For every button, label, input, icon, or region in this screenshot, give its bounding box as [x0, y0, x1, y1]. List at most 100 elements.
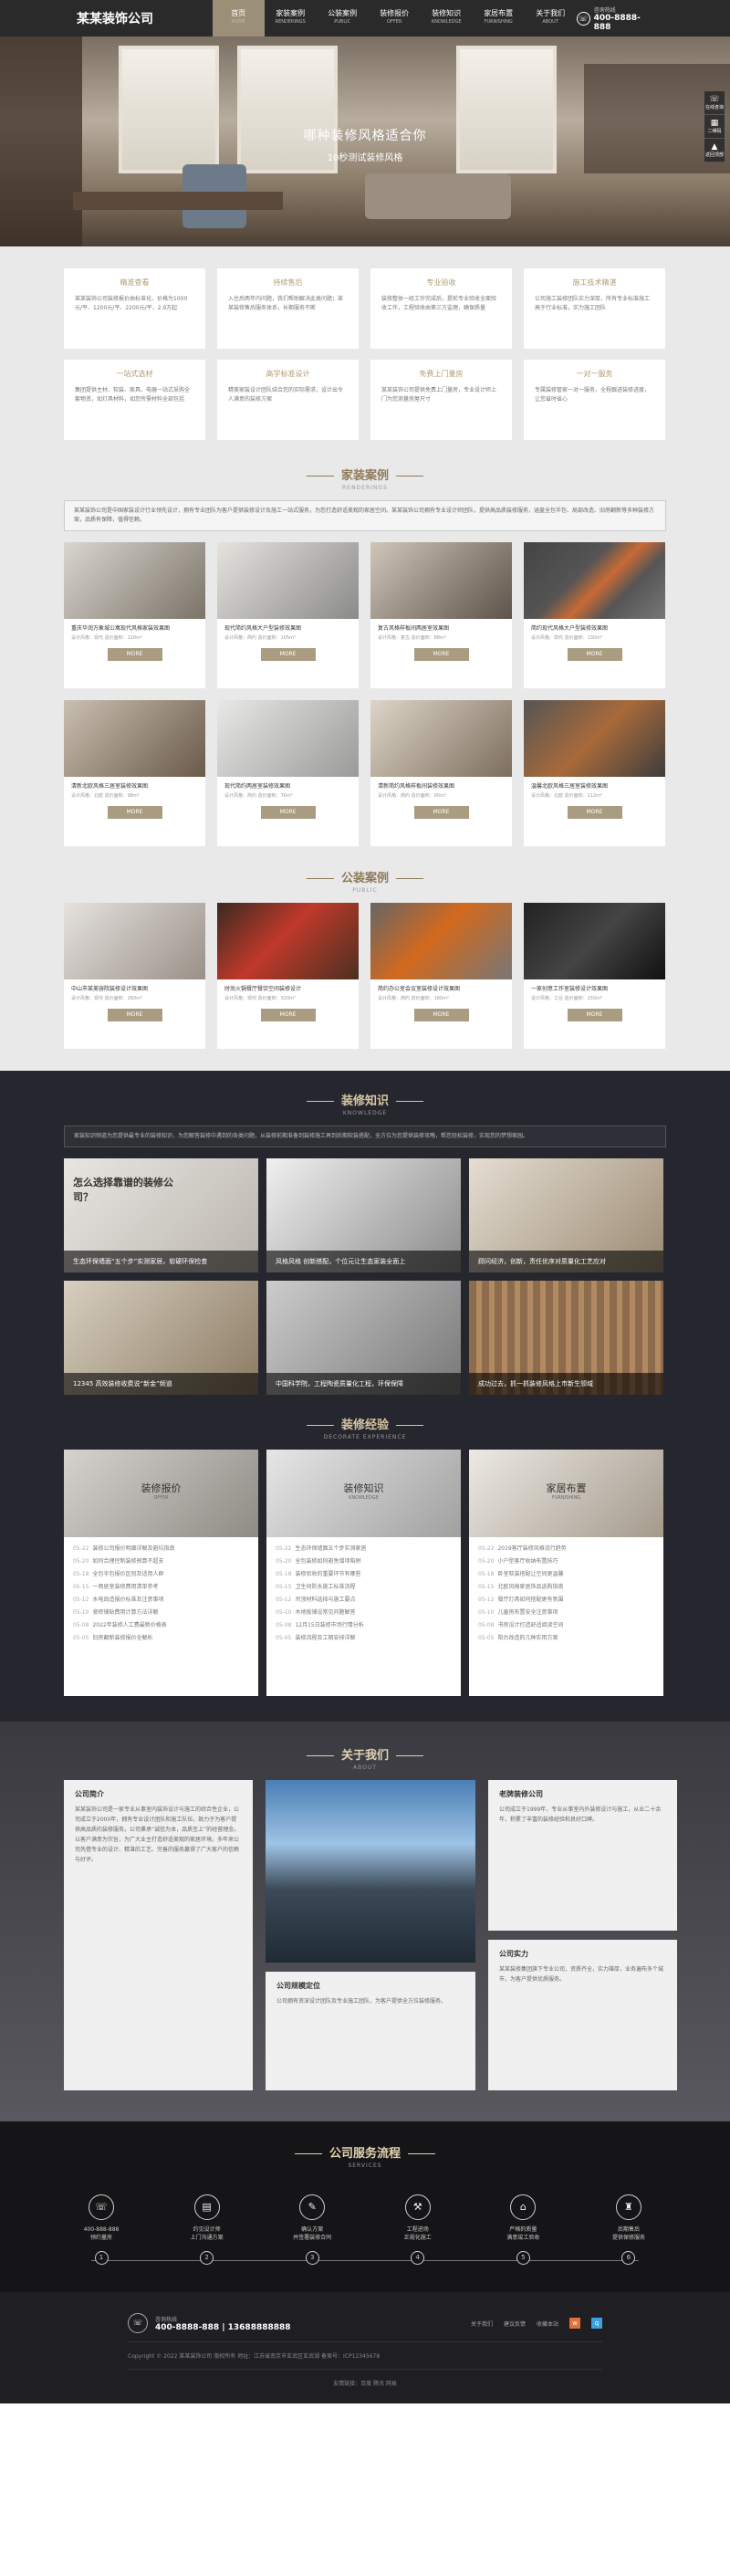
case-card[interactable]: 温馨北欧风格三居室装修效果图 设计风格：北欧 造价面积：112m² MORE — [524, 700, 665, 846]
article-link[interactable]: 05-18 全包半包报价区别及适用人群 — [73, 1568, 249, 1581]
case-card[interactable]: 时尚火锅餐厅餐饮空间装修设计 设计风格：现代 造价面积：320m² MORE — [217, 903, 359, 1049]
footer-link-about[interactable]: 关于我们 — [471, 2319, 493, 2328]
article-link[interactable]: 05-05 装修流程及工期安排详解 — [276, 1632, 452, 1645]
article-link[interactable]: 05-22 生态环保墙面五个步实测家居 — [276, 1543, 452, 1555]
experience-heading: 装修经验 DECORATE EXPERIENCE — [64, 1395, 666, 1450]
article-link[interactable]: 05-10 木地板铺设常见问题解答 — [276, 1607, 452, 1619]
company-history: 老牌装修公司 公司成立于1999年，专业从事室内外装修设计与施工，从业二十余年，… — [488, 1780, 677, 1931]
knowledge-card[interactable]: 风格风格 创新搭配，个位元让生态家装全面上 — [266, 1158, 461, 1272]
more-button[interactable]: MORE — [260, 648, 316, 661]
process-line — [91, 2260, 639, 2261]
footer-link-bookmark[interactable]: 收藏本站 — [537, 2319, 558, 2328]
case-card[interactable]: 简约现代风格大户型装修效果图 设计风格：现代 造价面积：130m² MORE — [524, 542, 665, 688]
more-button[interactable]: MORE — [260, 1009, 316, 1021]
knowledge-card[interactable]: 中国科学院，工程陶瓷质量化工程，环保保障 — [266, 1281, 461, 1395]
article-link[interactable]: 05-15 北欧风格家居饰品选购指南 — [478, 1581, 654, 1594]
article-link[interactable]: 05-12 餐厅灯具如何搭配更有氛围 — [478, 1594, 654, 1607]
article-link[interactable]: 05-10 瓷砖铺贴费用计算方法详解 — [73, 1607, 249, 1619]
article-link[interactable]: 05-15 一两居室装修费用清单参考 — [73, 1581, 249, 1594]
column-title[interactable]: 家居布置 FURNISHING — [469, 1481, 663, 1501]
feature-card: 一站式选材 集团提供主材、软装、家具、电器一站式采购全套物资，如灯具材料，如您所需… — [64, 360, 205, 440]
footer-link-feedback[interactable]: 建议反馈 — [504, 2319, 526, 2328]
case-card[interactable]: 复古风格样板间两居室效果图 设计风格：复古 造价面积：88m² MORE — [370, 542, 512, 688]
more-button[interactable]: MORE — [413, 806, 469, 819]
article-link[interactable]: 05-05 旧房翻新装修报价全解析 — [73, 1632, 249, 1645]
site-footer: ☏ 咨询热线 400-8888-888 | 13688888888 关于我们 建议… — [0, 2292, 730, 2403]
case-card[interactable]: 现代简约两居室装修效果图 设计风格：简约 造价面积：76m² MORE — [217, 700, 359, 846]
process-step: ✎ 确认方案 并签署装修合同 3 — [275, 2194, 349, 2265]
article-link[interactable]: 05-20 小户型客厅收纳布置技巧 — [478, 1555, 654, 1568]
case-card[interactable]: 重庆华润万象城公寓现代风格家装效果图 设计风格：现代 造价面积：120m² MORE — [64, 542, 205, 688]
more-button[interactable]: MORE — [260, 806, 316, 819]
article-link[interactable]: 05-18 装修验收的重要环节有哪些 — [276, 1568, 452, 1581]
case-card[interactable]: 中山市某美容院装修设计效果图 设计风格：现代 造价面积：260m² MORE — [64, 903, 205, 1049]
nav-knowledge[interactable]: 装修知识 KNOWLEDGE — [421, 0, 473, 37]
knowledge-card[interactable]: 成功过去，抓一抓装修风格上市新生领域 — [469, 1281, 663, 1395]
feature-card: 专业验收 装修整体一经工作完成后，提前专业验收全面验收工作，工程验收由第三方监理，… — [370, 268, 512, 349]
phone-icon: ☏ — [128, 2313, 148, 2333]
more-button[interactable]: MORE — [567, 648, 622, 661]
hero-banner: 哪种装修风格适合你 10秒测试装修风格 ☏ 在线咨询 ▦ 二维码 ▲ 返回顶部 — [0, 37, 730, 246]
renderings-intro: 某某装饰公司是中国家装设计行业领先设计，拥有专业团队为客户提供装修设计及施工一站… — [64, 500, 666, 531]
knowledge-card[interactable]: 怎么选择靠谱的装修公司？ 生态环保墙面“五个步”实测家居，软硬环保检查 — [64, 1158, 258, 1272]
friend-links[interactable]: 友情链接：百度 腾讯 网易 — [128, 2369, 602, 2403]
more-button[interactable]: MORE — [107, 648, 162, 661]
more-button[interactable]: MORE — [413, 1009, 469, 1021]
header-hotline: ☏ 咨询热线 400-8888-888 — [576, 5, 657, 32]
article-link[interactable]: 05-18 卧室软装搭配让空间更温馨 — [478, 1568, 654, 1581]
phone-icon: ☏ — [576, 11, 590, 26]
article-link[interactable]: 05-20 全包装修如何避免增项陷阱 — [276, 1555, 452, 1568]
article-link[interactable]: 05-20 如何合理控制装修预算不超支 — [73, 1555, 249, 1568]
phone-icon: ☏ — [89, 2194, 114, 2220]
more-button[interactable]: MORE — [107, 1009, 162, 1021]
floating-sidebar: ☏ 在线咨询 ▦ 二维码 ▲ 返回顶部 — [704, 91, 725, 162]
article-link[interactable]: 05-22 装修公司报价明细详解及避坑指南 — [73, 1543, 249, 1555]
arrow-up-icon: ▲ — [711, 142, 718, 152]
back-to-top[interactable]: ▲ 返回顶部 — [704, 139, 725, 162]
footer-phones: 400-8888-888 | 13688888888 — [155, 2322, 291, 2332]
weibo-icon[interactable]: w — [569, 2318, 580, 2329]
qq-icon[interactable]: q — [591, 2318, 602, 2329]
article-link[interactable]: 05-12 水电改造报价标准及注意事项 — [73, 1594, 249, 1607]
case-card[interactable]: 清新北欧风格三居室装修效果图 设计风格：北欧 造价面积：98m² MORE — [64, 700, 205, 846]
online-consult[interactable]: ☏ 在线咨询 — [704, 91, 725, 115]
article-link[interactable]: 05-15 卫生间防水施工标准流程 — [276, 1581, 452, 1594]
features-section: 精准查看 某某装饰公司装修报价由标准化、价格为1000元/平、1200元/平、22… — [0, 246, 730, 1071]
article-link[interactable]: 05-08 书房设计打造舒适阅读空间 — [478, 1619, 654, 1632]
article-link[interactable]: 05-08 2022年装修人工费最新价格表 — [73, 1619, 249, 1632]
column-title[interactable]: 装修知识 KNOWLEDGE — [266, 1481, 461, 1501]
more-button[interactable]: MORE — [107, 806, 162, 819]
article-link[interactable]: 05-10 儿童房布置安全注意事项 — [478, 1607, 654, 1619]
nav-public[interactable]: 公装案例 PUBLIC — [317, 0, 369, 37]
nav-home[interactable]: 首页 HOME — [212, 0, 265, 37]
feature-card: 免费上门量房 某某装饰公司提供免费上门量房，专业设计师上门为您测量房屋尺寸 — [370, 360, 512, 440]
banner-title: 哪种装修风格适合你 — [303, 129, 427, 143]
nav-offer[interactable]: 装修报价 OFFER — [369, 0, 421, 37]
nav-furnishing[interactable]: 家居布置 FURNISHING — [473, 0, 525, 37]
nav-renderings[interactable]: 家装案例 RENDERINGS — [265, 0, 317, 37]
more-button[interactable]: MORE — [567, 1009, 622, 1021]
chat-icon: ☏ — [709, 95, 720, 104]
feature-card: 精准查看 某某装饰公司装修报价由标准化、价格为1000元/平、1200元/平、22… — [64, 268, 205, 349]
column-title[interactable]: 装修报价 OFFER — [64, 1481, 258, 1501]
company-building-image — [266, 1780, 475, 1963]
company-intro: 公司简介 某某装饰公司是一家专业从事室内装饰设计与施工的综合性企业，公司成立于2… — [64, 1780, 253, 2090]
article-link[interactable]: 05-05 阳台改造的几种实用方案 — [478, 1632, 654, 1645]
more-button[interactable]: MORE — [413, 648, 469, 661]
knowledge-card[interactable]: 12345 高效装修收费说“新金”频道 — [64, 1281, 258, 1395]
case-card[interactable]: 清新简约风格样板间装修效果图 设计风格：简约 造价面积：90m² MORE — [370, 700, 512, 846]
process-step: ▤ 约见设计师 上门沟通方案 2 — [170, 2194, 245, 2265]
nav-about[interactable]: 关于我们 ABOUT — [525, 0, 577, 37]
article-link[interactable]: 05-12 吊顶材料选择与施工要点 — [276, 1594, 452, 1607]
knowledge-card[interactable]: 顾问经济，创新，责任优序对质量化工艺应对 — [469, 1158, 663, 1272]
more-button[interactable]: MORE — [567, 806, 622, 819]
site-logo[interactable]: 某某装饰公司 — [77, 9, 213, 27]
case-card[interactable]: 现代简约风格大户型装修效果图 设计风格：简约 造价面积：105m² MORE — [217, 542, 359, 688]
case-card[interactable]: 简约办公室会议室装修设计效果图 设计风格：简约 造价面积：180m² MORE — [370, 903, 512, 1049]
article-link[interactable]: 05-08 12月15日装修市场行情分析 — [276, 1619, 452, 1632]
qrcode[interactable]: ▦ 二维码 — [704, 115, 725, 139]
sign-icon: ✎ — [299, 2194, 326, 2220]
article-link[interactable]: 05-22 2019客厅装修风格流行趋势 — [478, 1543, 654, 1555]
knowledge-heading: 装修知识 KNOWLEDGE — [64, 1074, 666, 1126]
case-card[interactable]: 一家创意工作室装修设计效果图 设计风格：工业 造价面积：150m² MORE — [524, 903, 665, 1049]
